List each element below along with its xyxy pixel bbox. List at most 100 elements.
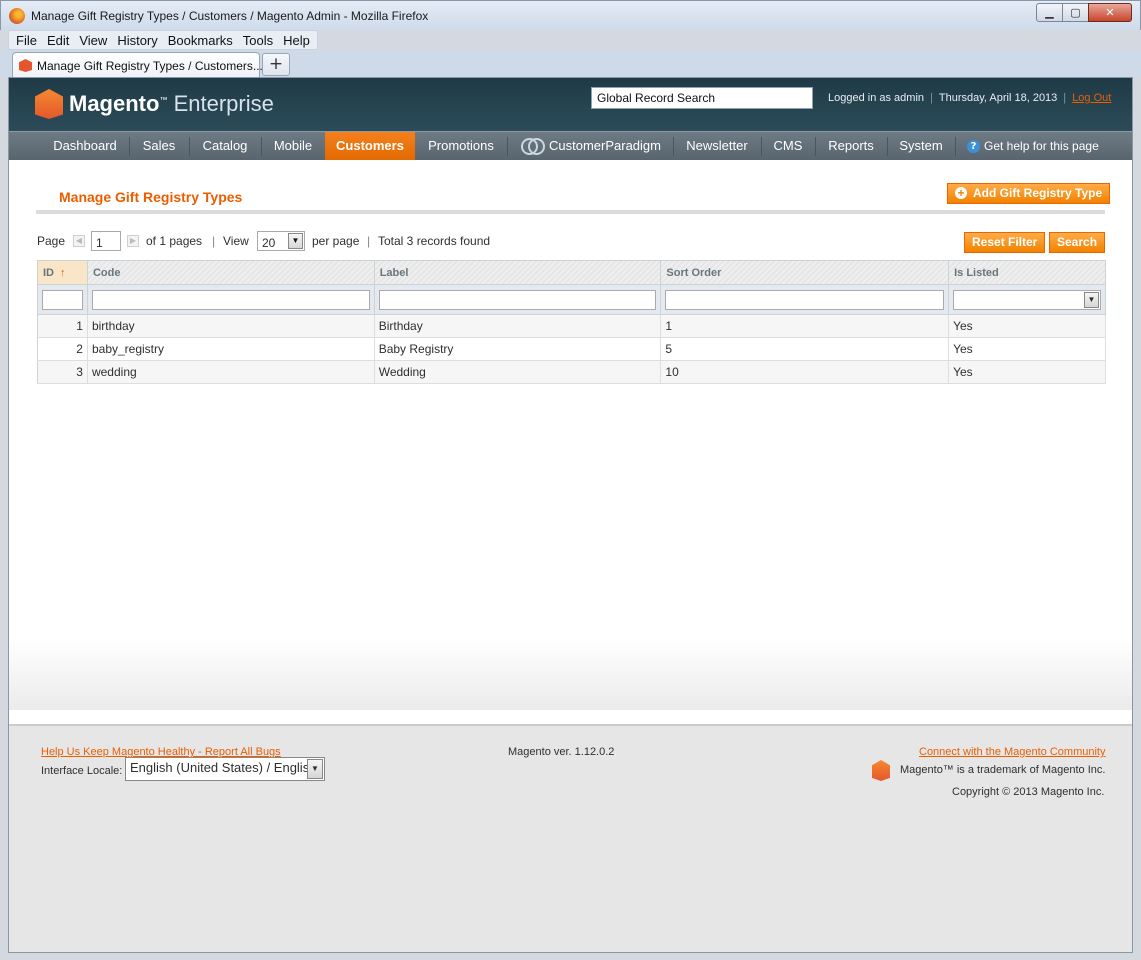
cell-is-listed: Yes xyxy=(948,337,1106,361)
page-title: Manage Gift Registry Types xyxy=(59,189,243,205)
maximize-button[interactable]: ▢ xyxy=(1062,3,1089,22)
nav-sales[interactable]: Sales xyxy=(130,132,188,160)
prev-page-icon[interactable]: ◀ xyxy=(73,235,85,247)
header-user-info: Logged in as admin | Thursday, April 18, 2… xyxy=(828,92,1112,104)
tab-strip: Manage Gift Registry Types / Customers..… xyxy=(0,50,1141,77)
page-label: Page xyxy=(37,234,66,248)
window-titlebar: Manage Gift Registry Types / Customers /… xyxy=(0,0,1141,30)
cell-is-listed: Yes xyxy=(948,314,1106,338)
logo-suffix: Enterprise xyxy=(173,91,274,116)
menu-bookmarks[interactable]: Bookmarks xyxy=(163,31,238,49)
menu-bar: File Edit View History Bookmarks Tools H… xyxy=(8,30,318,50)
table-row[interactable]: 1 birthday Birthday 1 Yes xyxy=(37,314,1106,338)
firefox-logo-icon xyxy=(9,8,25,24)
nav-system[interactable]: System xyxy=(888,132,954,160)
per-page-value: 20 xyxy=(262,236,276,250)
close-button[interactable]: ✕ xyxy=(1088,3,1132,22)
of-pages-text: of 1 pages xyxy=(146,234,203,248)
menu-help[interactable]: Help xyxy=(278,31,315,49)
admin-footer: Help Us Keep Magento Healthy - Report Al… xyxy=(9,720,1132,952)
chevron-down-icon: ▼ xyxy=(307,759,323,779)
community-link[interactable]: Connect with the Magento Community xyxy=(919,746,1105,758)
nav-dashboard[interactable]: Dashboard xyxy=(44,132,126,160)
cell-label: Baby Registry xyxy=(374,337,662,361)
cell-is-listed: Yes xyxy=(948,360,1106,384)
nav-cms[interactable]: CMS xyxy=(762,132,814,160)
search-button[interactable]: Search xyxy=(1049,232,1106,253)
content-fade xyxy=(9,638,1132,710)
global-search-input[interactable]: Global Record Search xyxy=(591,87,813,109)
trademark-text: Magento™ is a trademark of Magento Inc. xyxy=(900,764,1106,776)
nav-customers[interactable]: Customers xyxy=(325,132,415,160)
copyright-text: Copyright © 2013 Magento Inc. xyxy=(952,786,1105,798)
nav-reports[interactable]: Reports xyxy=(816,132,886,160)
col-header-label[interactable]: Label xyxy=(374,260,662,285)
next-page-icon[interactable]: ▶ xyxy=(127,235,139,247)
window-title: Manage Gift Registry Types / Customers /… xyxy=(31,9,429,23)
nav-promotions[interactable]: Promotions xyxy=(416,132,506,160)
locale-label: Interface Locale: xyxy=(41,765,123,777)
menu-view[interactable]: View xyxy=(74,31,112,49)
filter-id-input[interactable] xyxy=(42,289,83,310)
page-number-input[interactable]: 1 xyxy=(91,231,121,251)
help-icon[interactable]: ? xyxy=(967,140,980,153)
magento-footer-logo-icon xyxy=(872,760,890,781)
logout-link[interactable]: Log Out xyxy=(1072,92,1111,104)
new-tab-button[interactable]: + xyxy=(262,53,290,76)
nav-catalog[interactable]: Catalog xyxy=(190,132,260,160)
add-button-label: Add Gift Registry Type xyxy=(973,186,1103,200)
filter-label-input[interactable] xyxy=(378,289,657,310)
magento-logo-icon xyxy=(35,89,63,119)
chevron-down-icon: ▼ xyxy=(1084,291,1099,308)
menu-tools[interactable]: Tools xyxy=(238,31,278,49)
logged-in-text: Logged in as admin xyxy=(828,92,925,104)
cell-label: Birthday xyxy=(374,314,662,338)
add-gift-registry-type-button[interactable]: + Add Gift Registry Type xyxy=(947,183,1111,204)
filter-code-input[interactable] xyxy=(91,289,370,310)
gift-registry-grid: ID ↑ Code Label Sort Order Is Listed ▼ 1 … xyxy=(37,260,1106,384)
col-header-is-listed[interactable]: Is Listed xyxy=(948,260,1106,285)
per-page-select[interactable]: 20 ▼ xyxy=(257,231,305,251)
per-page-text: per page xyxy=(312,234,360,248)
main-nav: Dashboard Sales Catalog Mobile Customers… xyxy=(9,131,1132,160)
cell-sort-order: 1 xyxy=(660,314,950,338)
locale-value: English (United States) / English xyxy=(130,760,317,775)
filter-is-listed-select[interactable]: ▼ xyxy=(953,289,1101,310)
add-icon: + xyxy=(955,187,967,199)
total-records-text: Total 3 records found xyxy=(378,234,491,248)
magento-logo-text[interactable]: Magento™ Enterprise xyxy=(69,91,274,117)
nav-customerparadigm[interactable]: CustomerParadigm xyxy=(549,132,664,160)
nav-newsletter[interactable]: Newsletter xyxy=(674,132,760,160)
cell-id: 3 xyxy=(37,360,88,384)
admin-header: Magento™ Enterprise Global Record Search… xyxy=(9,78,1132,131)
main-content: Manage Gift Registry Types + Add Gift Reg… xyxy=(9,160,1132,720)
reset-filter-button[interactable]: Reset Filter xyxy=(964,232,1046,253)
cell-code: baby_registry xyxy=(87,337,375,361)
col-header-sort-order[interactable]: Sort Order xyxy=(660,260,950,285)
cell-code: birthday xyxy=(87,314,375,338)
menu-edit[interactable]: Edit xyxy=(42,31,74,49)
filter-sort-order-input[interactable] xyxy=(665,289,945,310)
window-controls: ▁ ▢ ✕ xyxy=(1036,3,1132,22)
cell-id: 2 xyxy=(37,337,88,361)
nav-mobile[interactable]: Mobile xyxy=(262,132,324,160)
table-row[interactable]: 2 baby_registry Baby Registry 5 Yes xyxy=(37,337,1106,361)
menu-history[interactable]: History xyxy=(112,31,162,49)
table-row[interactable]: 3 wedding Wedding 10 Yes xyxy=(37,360,1106,384)
browser-tab[interactable]: Manage Gift Registry Types / Customers..… xyxy=(12,52,263,77)
nav-help-link[interactable]: Get help for this page xyxy=(984,132,1114,160)
col-header-code[interactable]: Code xyxy=(87,260,375,285)
title-divider xyxy=(36,210,1105,214)
col-header-id[interactable]: ID ↑ xyxy=(37,260,88,285)
header-date: Thursday, April 18, 2013 xyxy=(938,92,1058,104)
menu-file[interactable]: File xyxy=(11,31,42,49)
grid-filter-row: ▼ xyxy=(37,284,1106,315)
interface-locale-select[interactable]: English (United States) / English ▼ xyxy=(125,757,325,781)
cell-code: wedding xyxy=(87,360,375,384)
tab-label: Manage Gift Registry Types / Customers..… xyxy=(37,59,263,73)
customerparadigm-logo-icon xyxy=(521,136,547,158)
cell-sort-order: 5 xyxy=(660,337,950,361)
browser-viewport: Magento™ Enterprise Global Record Search… xyxy=(8,77,1133,953)
minimize-button[interactable]: ▁ xyxy=(1036,3,1063,22)
grid-header-row: ID ↑ Code Label Sort Order Is Listed xyxy=(37,260,1106,285)
